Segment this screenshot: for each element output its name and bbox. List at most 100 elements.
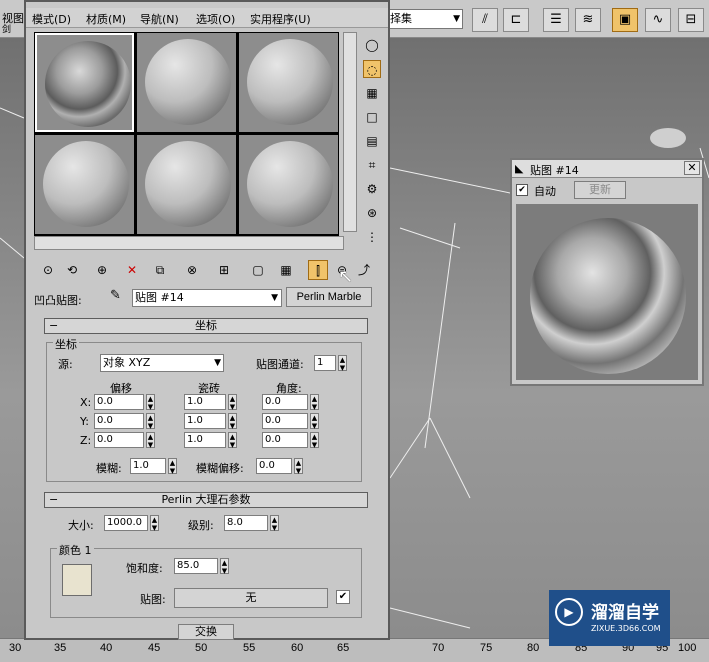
angle-x-field[interactable]: 0.0 [262,394,308,410]
swap-button[interactable]: 交换 [178,624,234,640]
tiling-z-spinner[interactable]: ▲ ▼ [228,432,237,449]
color1-map-button[interactable]: 无 [174,588,328,608]
eyedropper-icon[interactable]: ✎ [110,288,121,303]
offset-x-field[interactable]: 0.0 [94,394,144,410]
map-channel-spinner[interactable]: ▲ ▼ [338,355,347,372]
sample-slot[interactable] [239,33,338,132]
sample-slot[interactable] [137,135,236,234]
show-map-in-viewport-icon[interactable]: ▦ [276,260,296,280]
size-spinner[interactable]: ▲ ▼ [150,515,159,532]
tiling-y-spinner[interactable]: ▲ ▼ [228,413,237,430]
blur-field[interactable]: 1.0 [130,458,166,474]
toolbar-side-label: 剑 [2,25,12,35]
offset-y-field[interactable]: 0.0 [94,413,144,429]
offset-z-field[interactable]: 0.0 [94,432,144,448]
assign-material-icon[interactable]: ⊕ [92,260,112,280]
align-icon[interactable]: ⊏ [503,8,529,32]
offset-x-spinner[interactable]: ▲ ▼ [146,394,155,411]
curve-editor-icon[interactable]: ≋ [575,8,601,32]
options-icon[interactable]: ⚙ [363,180,381,198]
go-forward-to-sibling-icon[interactable]: ⤴ [354,260,374,280]
sample-slot[interactable] [137,33,236,132]
menu-material[interactable]: 材质(M) [86,11,126,27]
source-label: 源: [58,358,73,371]
render-setup-icon[interactable]: ∿ [645,8,671,32]
map-enable-checkbox[interactable]: ✔ [336,590,350,604]
blur-spinner[interactable]: ▲ ▼ [168,458,177,475]
angle-z-spinner[interactable]: ▲ ▼ [310,432,319,449]
tiling-y-field[interactable]: 1.0 [184,413,226,429]
blur-offset-spinner[interactable]: ▲ ▼ [294,458,303,475]
uv-tiling-icon[interactable]: □ [363,108,381,126]
menu-options[interactable]: 选项(O) [196,11,235,27]
reset-map-icon[interactable]: ✕ [122,260,142,280]
sample-type-icon[interactable]: ◯ [363,36,381,54]
auto-checkbox[interactable]: ✔ [516,184,528,196]
tiling-z-field[interactable]: 1.0 [184,432,226,448]
backlight-icon[interactable]: ◌ [363,60,381,78]
make-preview-icon[interactable]: ⌗ [363,156,381,174]
slots-horizontal-scrollbar[interactable] [34,236,344,250]
material-id-channel-icon[interactable]: ▢ [248,260,268,280]
blur-label: 模糊: [96,462,122,475]
ruler-tick: 35 [54,642,67,654]
map-name-value: 贴图 #14 [135,291,184,304]
material-map-navigator-icon[interactable]: ⋮ [363,228,381,246]
map-type-button[interactable]: Perlin Marble [286,287,372,307]
source-dropdown[interactable]: 对象 XYZ ▼ [100,354,224,372]
tiling-x-field[interactable]: 1.0 [184,394,226,410]
get-material-icon[interactable]: ⊙ [38,260,58,280]
sphere-preview [145,39,231,125]
collapse-icon: − [49,493,59,506]
menu-utilities[interactable]: 实用程序(U) [250,11,311,27]
perlin-rollout-header[interactable]: − Perlin 大理石参数 [44,492,368,508]
blur-offset-label: 模糊偏移: [196,462,244,475]
level-field[interactable]: 8.0 [224,515,268,531]
sample-slot[interactable] [239,135,338,234]
slots-vertical-scrollbar[interactable] [343,32,357,232]
select-by-material-icon[interactable]: ⊛ [363,204,381,222]
show-end-result-icon[interactable]: ⫿ [308,260,328,280]
menu-navigation[interactable]: 导航(N) [140,11,179,27]
update-button[interactable]: 更新 [574,181,626,199]
close-icon[interactable]: ✕ [684,161,700,175]
chevron-down-icon: ▼ [453,14,460,24]
mirror-icon[interactable]: ⫽ [472,8,498,32]
ruler-tick: 60 [291,642,304,654]
auto-label: 自动 [534,185,556,198]
map-label: 贴图: [140,593,166,606]
menu-modes[interactable]: 模式(D) [32,11,71,27]
coordinates-rollout-header[interactable]: − 坐标 [44,318,368,334]
layer-manager-icon[interactable]: ☰ [543,8,569,32]
background-checker-icon[interactable]: ▦ [363,84,381,102]
blur-offset-field[interactable]: 0.0 [256,458,292,474]
video-color-check-icon[interactable]: ▤ [363,132,381,150]
render-frame-icon[interactable]: ⊟ [678,8,704,32]
named-selection-dropdown[interactable]: 择集 ▼ [385,9,463,29]
angle-z-field[interactable]: 0.0 [262,432,308,448]
level-spinner[interactable]: ▲ ▼ [270,515,279,532]
map-name-field[interactable]: 贴图 #14 ▼ [132,289,282,307]
saturation-field[interactable]: 85.0 [174,558,218,574]
put-to-library-icon[interactable]: ⊞ [214,260,234,280]
color1-swatch[interactable] [62,564,92,596]
offset-y-spinner[interactable]: ▲ ▼ [146,413,155,430]
angle-x-spinner[interactable]: ▲ ▼ [310,394,319,411]
tiling-x-spinner[interactable]: ▲ ▼ [228,394,237,411]
size-field[interactable]: 1000.0 [104,515,148,531]
ruler-tick: 80 [527,642,540,654]
map-preview-titlebar[interactable]: ◣ 贴图 #14 ✕ [512,160,702,178]
sample-slot-selected[interactable] [35,33,134,132]
offset-z-spinner[interactable]: ▲ ▼ [146,432,155,449]
angle-y-spinner[interactable]: ▲ ▼ [310,413,319,430]
marble-sphere-render [530,218,686,374]
put-to-scene-icon[interactable]: ⟲ [62,260,82,280]
saturation-spinner[interactable]: ▲ ▼ [220,558,229,575]
copy-material-icon[interactable]: ⧉ [150,260,170,280]
sample-slot[interactable] [35,135,134,234]
angle-y-field[interactable]: 0.0 [262,413,308,429]
ruler-tick: 55 [243,642,256,654]
map-channel-field[interactable]: 1 [314,355,336,371]
make-unique-icon[interactable]: ⊗ [182,260,202,280]
material-editor-icon[interactable]: ▣ [612,8,638,32]
